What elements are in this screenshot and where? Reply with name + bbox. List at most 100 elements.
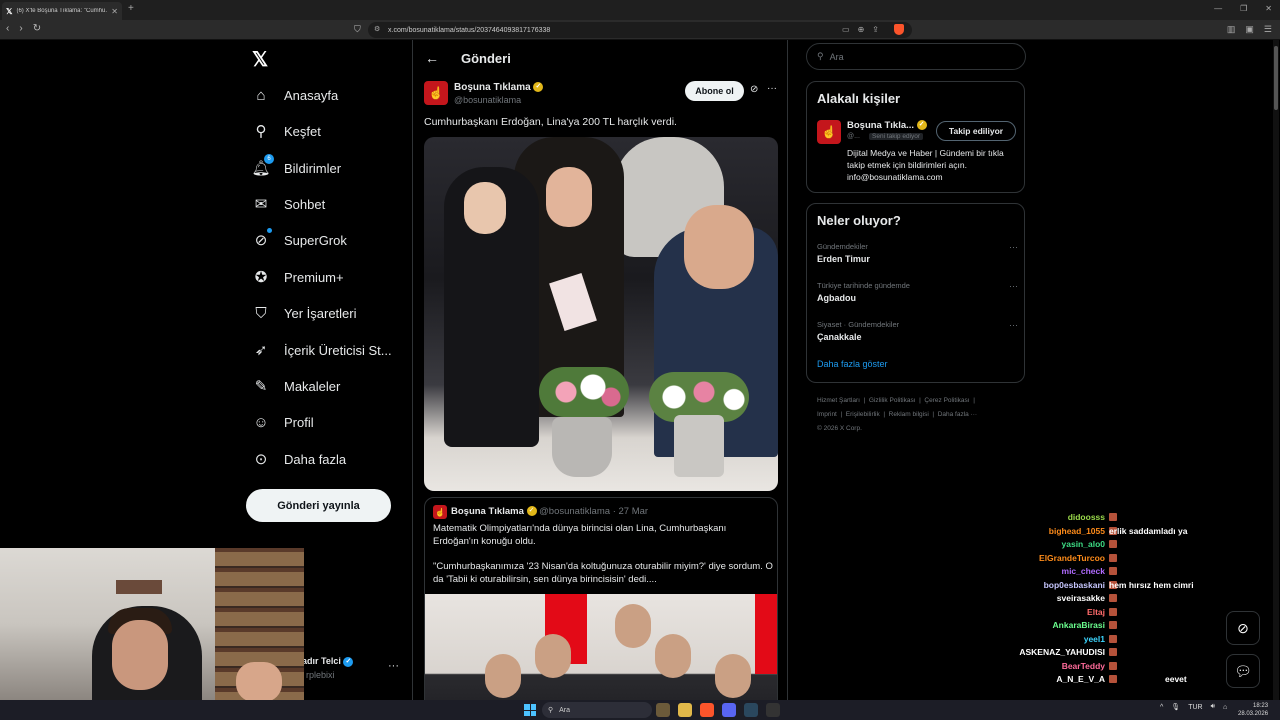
steam-icon[interactable] [744,703,758,717]
grok-explain-icon[interactable]: ⊘ [750,84,758,95]
clock[interactable]: 18:23 28.03.2026 [1238,702,1268,718]
chat-emote-icon [1109,660,1117,672]
post-photo[interactable] [424,137,778,491]
browser-tab[interactable]: 𝕏 (6) X'te Boşuna Tıklama: "Cumhu... ✕ [2,2,122,20]
grok-fab-icon[interactable]: ⊘ [1226,611,1260,645]
scrollbar[interactable] [1273,40,1279,700]
scrollbar-thumb[interactable] [1274,46,1278,110]
rocket-icon: ➶ [254,342,268,359]
chat-message: mic_check [1062,565,1105,577]
windows-start-icon[interactable] [524,704,536,716]
site-info-icon[interactable]: ⚙ [374,25,380,33]
chat-message: bop0esbaskani [1044,579,1105,591]
minimize-icon[interactable]: — [1214,4,1222,13]
nav-creator-studio[interactable]: ➶ İçerik Üreticisi St... [252,341,392,359]
back-icon[interactable]: ‹ [6,23,9,34]
share-icon[interactable]: ⇪ [872,25,879,34]
search-input[interactable]: ⚲ Ara [806,43,1026,70]
volume-icon[interactable]: 🔊︎ [1211,703,1215,711]
person-icon: ☺ [253,413,269,431]
menu-icon[interactable]: ☰ [1264,24,1272,35]
post-handle[interactable]: @bosunatiklama [454,95,521,105]
article-icon: ✎ [254,378,268,395]
nav-articles[interactable]: ✎ Makaleler [252,377,341,395]
footer-link[interactable]: Imprint [817,411,837,418]
nav-explore[interactable]: ⚲ Keşfet [252,122,321,140]
nav-profile[interactable]: ☺ Profil [252,413,313,431]
nav-notifications[interactable]: 🔔︎ 6 Bildirimler [251,154,341,177]
nav-premium[interactable]: ✪ Premium+ [252,268,344,286]
following-button[interactable]: Takip ediliyor [936,121,1016,141]
nav-chat[interactable]: ✉ Sohbet [252,195,326,213]
language-indicator[interactable]: TUR [1188,704,1202,711]
footer-link[interactable]: Erişilebilirlik [846,411,880,418]
author-avatar[interactable]: ☝ [424,81,448,105]
chevron-up-icon[interactable]: ^ [1160,704,1163,711]
trend-more-icon[interactable]: ··· [1009,281,1018,291]
obs-icon[interactable] [766,703,780,717]
chat-username: bighead_1055 [1048,525,1105,536]
nav-label: Premium+ [284,269,344,285]
show-more-link[interactable]: Daha fazla göster [817,359,888,369]
account-menu-icon[interactable]: ··· [388,660,399,672]
chat-username: sveirasakke [1056,593,1105,603]
trends-card: Neler oluyor? Gündemdekiler Erden Timur … [806,203,1025,383]
nav-home[interactable]: ⌂ Anasayfa [252,86,338,104]
chat-message: yeel1 [1084,633,1105,645]
footer-link[interactable]: Reklam bilgisi [889,411,929,418]
post-author[interactable]: Boşuna Tıklama ✓ [454,82,544,93]
post-more-icon[interactable]: ··· [767,83,777,94]
taskbar-search[interactable]: ⚲ Ara [542,702,652,718]
sidebar-toggle-icon[interactable]: ▥ [1227,24,1236,35]
trend-more-icon[interactable]: ··· [1009,242,1018,252]
reader-icon[interactable]: ▭ [842,25,850,34]
bell-icon: 🔔︎ 6 [251,154,274,177]
nav-supergrok[interactable]: ⊘ SuperGrok [252,228,347,249]
url-input[interactable]: ⚙ x.com/bosunatiklama/status/20374640938… [368,22,912,38]
maximize-icon[interactable]: ❐ [1240,4,1247,13]
widget-icon[interactable] [656,703,670,717]
network-icon[interactable]: ⌂ [1223,704,1227,711]
discord-icon[interactable] [722,703,736,717]
close-tab-icon[interactable]: ✕ [111,7,118,16]
new-tab-icon[interactable]: + [128,3,134,14]
brave-shield-icon[interactable] [894,24,904,35]
mic-icon[interactable]: 🎙︎ [1171,703,1180,711]
post-button[interactable]: Gönderi yayınla [246,489,391,522]
brave-icon[interactable] [700,703,714,717]
footer-link[interactable]: Çerez Politikası [924,397,969,404]
trend-more-icon[interactable]: ··· [1009,320,1018,330]
trend-item[interactable]: Siyaset · Gündemdekiler Çanakkale ··· [817,320,1018,342]
related-avatar[interactable]: ☝ [817,120,841,144]
footer-link[interactable]: Gizlilik Politikası [869,397,916,404]
trend-item[interactable]: Türkiye tarihinde gündemde Agbadou ··· [817,281,1018,303]
account-name[interactable]: adır Telci ✓ [302,656,354,667]
close-window-icon[interactable]: ✕ [1265,4,1272,13]
back-arrow-icon[interactable]: ← [425,50,439,66]
chat-username: Eltaj [1087,606,1105,617]
x-logo-icon[interactable]: 𝕏 [252,47,268,72]
chat-message: bighead_1055 [1049,525,1105,537]
footer-link[interactable]: Daha fazla ··· [938,411,977,418]
chat-emote-icon [1109,538,1117,550]
chat-text: hem hırsız hem cimri [1109,579,1194,590]
chat-emote-icon [1109,673,1117,685]
nav-bookmarks[interactable]: ⛉ Yer İşaretleri [252,304,356,322]
messages-fab-icon[interactable]: 💬︎ [1226,654,1260,688]
mail-icon: ✉ [254,196,268,213]
nav-label: Daha fazla [284,451,347,467]
related-name[interactable]: Boşuna Tıkla... ✓ [847,120,927,131]
wallet-icon[interactable]: ▣ [1245,24,1254,35]
forward-icon[interactable]: › [19,23,22,34]
bookmark-page-icon[interactable]: ⛉ [354,24,361,35]
subscribe-button[interactable]: Abone ol [685,81,744,101]
file-explorer-icon[interactable] [678,703,692,717]
quoted-post[interactable]: ☝ Boşuna Tıklama ✓ @bosunatiklama · 27 M… [424,497,778,700]
reload-icon[interactable]: ↻ [33,23,41,34]
zoom-icon[interactable]: ⊕ [858,25,865,34]
nav-more[interactable]: ⊙ Daha fazla [252,450,346,468]
trend-item[interactable]: Gündemdekiler Erden Timur ··· [817,242,1018,264]
footer-link[interactable]: Hizmet Şartları [817,397,860,404]
chat-message: ASKENAZ_YAHUDISI [1019,646,1105,658]
chat-emote-icon [1109,619,1117,631]
